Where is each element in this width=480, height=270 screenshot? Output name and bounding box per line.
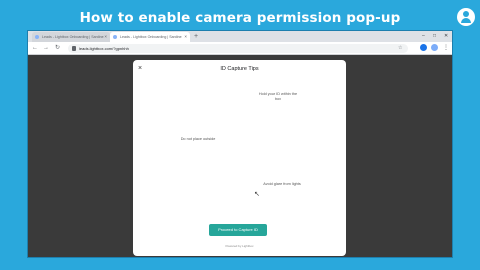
new-tab-button[interactable]: + bbox=[194, 32, 198, 42]
mouse-cursor-icon: ↖ bbox=[254, 191, 260, 198]
reload-icon[interactable]: ↻ bbox=[55, 44, 60, 53]
tab-close-icon[interactable]: × bbox=[184, 32, 187, 42]
tab-strip: Leads - Lightbox Onboarding | Sardine × … bbox=[28, 31, 452, 42]
url-text: leads.lightbox.com/?gpnhhh bbox=[79, 46, 129, 51]
address-bar: ← → ↻ leads.lightbox.com/?gpnhhh ☆ ⋮ bbox=[28, 42, 452, 55]
tip-hold-id: Hold your ID within the box bbox=[258, 92, 298, 101]
url-field[interactable]: leads.lightbox.com/?gpnhhh bbox=[68, 44, 408, 53]
favicon-icon bbox=[113, 35, 117, 39]
extension-icon[interactable] bbox=[420, 44, 427, 51]
bookmark-star-icon[interactable]: ☆ bbox=[398, 45, 402, 51]
browser-tab-1[interactable]: Leads - Lightbox Onboarding | Sardine × bbox=[32, 32, 110, 42]
tip-avoid-glare: Avoid glare from lights bbox=[263, 182, 301, 186]
forward-icon[interactable]: → bbox=[43, 44, 49, 53]
menu-icon[interactable]: ⋮ bbox=[443, 44, 449, 53]
tab-label: Leads - Lightbox Onboarding | Sardine bbox=[42, 35, 104, 39]
maximize-icon[interactable]: □ bbox=[433, 31, 436, 42]
back-icon[interactable]: ← bbox=[32, 44, 38, 53]
tip-do-not-place-outside: Do not place outside bbox=[180, 137, 216, 141]
favicon-icon bbox=[35, 35, 39, 39]
browser-tab-2[interactable]: Leads - Lightbox Onboarding | Sardine × bbox=[110, 32, 190, 42]
person-pin-icon bbox=[457, 8, 475, 26]
lock-icon bbox=[72, 46, 76, 51]
powered-by-label: Powered by Lightbox bbox=[225, 244, 254, 248]
video-title: How to enable camera permission pop-up bbox=[79, 10, 401, 26]
tab-close-icon[interactable]: × bbox=[104, 32, 107, 42]
profile-avatar-icon[interactable] bbox=[431, 44, 438, 51]
proceed-to-capture-button[interactable]: Proceed to Capture ID bbox=[209, 224, 267, 236]
tab-label: Leads - Lightbox Onboarding | Sardine bbox=[120, 35, 182, 39]
minimize-icon[interactable]: – bbox=[422, 31, 425, 42]
window-close-icon[interactable]: ✕ bbox=[444, 31, 448, 42]
modal-title: ID Capture Tips bbox=[220, 66, 259, 72]
